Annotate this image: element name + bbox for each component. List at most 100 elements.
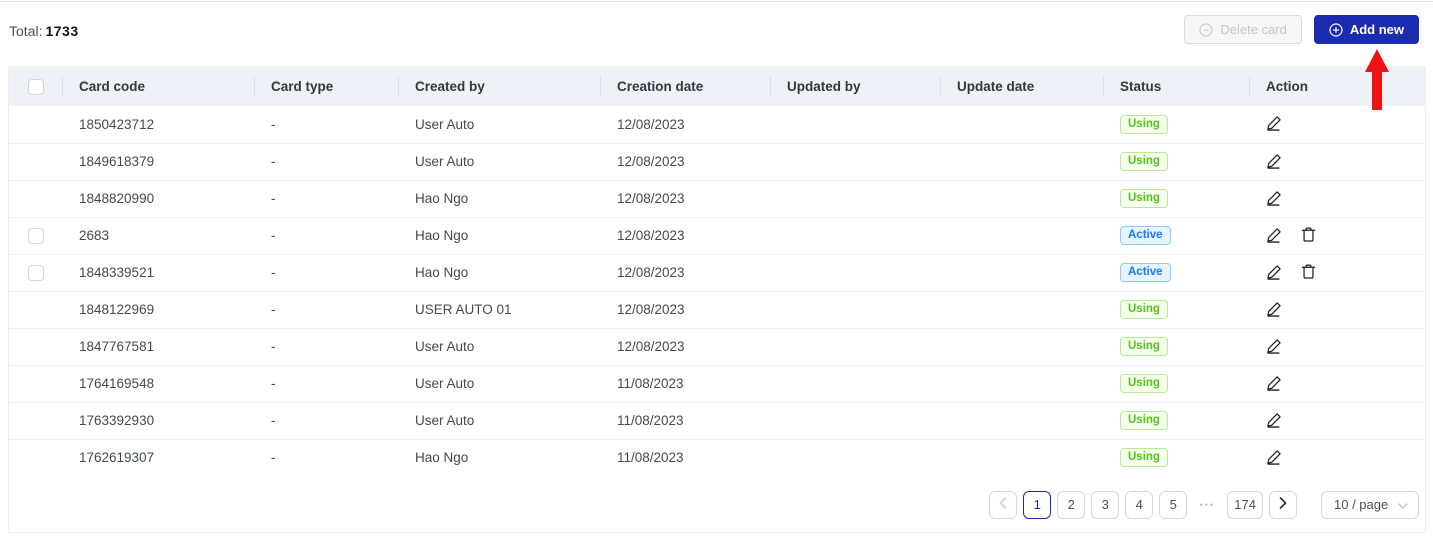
created-by-cell: User Auto — [399, 327, 601, 365]
trash-icon[interactable] — [1300, 226, 1317, 243]
update-date-cell — [941, 438, 1104, 476]
table-row: 1850423712 - User Auto 12/08/2023 Using — [9, 106, 1426, 143]
row-checkbox[interactable] — [28, 264, 44, 281]
card-type-cell: - — [255, 216, 399, 254]
add-new-button[interactable]: Add new — [1313, 15, 1419, 44]
table-row: 1763392930- User Auto 11/08/2023 Using — [9, 401, 1426, 439]
pagination-page-174[interactable]: 174 — [1227, 490, 1263, 519]
card-type-cell: - — [255, 290, 399, 328]
update-date-cell — [941, 364, 1104, 402]
created-by-cell: Hao Ngo — [399, 253, 601, 291]
pagination: 1 2 3 4 5 ••• 174 10 / page — [9, 476, 1425, 533]
row-checkbox-cell — [9, 364, 63, 402]
status-badge: Using — [1120, 374, 1168, 393]
card-code-cell: 2683 — [63, 216, 255, 254]
column-header-status: Status — [1104, 67, 1250, 106]
row-checkbox-cell — [9, 106, 63, 143]
creation-date-cell: 12/08/2023 — [601, 290, 771, 328]
update-date-cell — [941, 253, 1104, 291]
card-type-cell: - — [271, 116, 276, 132]
created-by-cell: User Auto — [415, 116, 475, 132]
status-badge: Active — [1120, 226, 1171, 245]
edit-icon[interactable] — [1266, 337, 1283, 354]
card-code-cell: 1849618379 — [63, 142, 255, 180]
card-code-cell: 1764169548 — [63, 364, 255, 402]
status-badge: Using — [1120, 300, 1168, 319]
status-badge: Using — [1120, 411, 1168, 430]
column-header-card-type: Card type — [255, 67, 399, 106]
pagination-page-2[interactable]: 2 — [1057, 490, 1086, 519]
card-code-cell: 1763392930 — [63, 401, 255, 439]
trash-icon[interactable] — [1300, 263, 1317, 280]
updated-by-cell — [771, 253, 941, 291]
row-checkbox-cell — [9, 401, 63, 439]
chevron-down-icon — [1398, 497, 1408, 512]
edit-icon[interactable] — [1266, 374, 1283, 391]
edit-icon[interactable] — [1266, 411, 1283, 428]
top-divider — [0, 1, 1433, 2]
pagination-page-4[interactable]: 4 — [1125, 490, 1154, 519]
table-row: 2683- Hao Ngo 12/08/2023 Active — [9, 216, 1426, 254]
table-row: 1849618379- User Auto 12/08/2023 Using — [9, 142, 1426, 180]
card-type-cell: - — [255, 401, 399, 439]
card-type-cell: - — [255, 438, 399, 476]
card-type-cell: - — [255, 142, 399, 180]
creation-date-cell: 12/08/2023 — [617, 116, 685, 132]
edit-icon[interactable] — [1266, 263, 1283, 280]
updated-by-cell — [771, 179, 941, 217]
pagination-prev-button[interactable] — [989, 490, 1018, 519]
row-checkbox-cell — [9, 179, 63, 217]
action-cell — [1250, 106, 1426, 143]
edit-icon[interactable] — [1266, 189, 1283, 206]
created-by-cell: User Auto — [399, 401, 601, 439]
red-arrow-annotation — [1365, 49, 1389, 72]
card-code-cell: 1850423712 — [79, 116, 155, 132]
pagination-page-3[interactable]: 3 — [1091, 490, 1120, 519]
status-badge: Using — [1120, 448, 1168, 468]
card-type-cell: - — [255, 179, 399, 217]
card-type-cell: - — [255, 253, 399, 291]
card-code-cell: 1848122969 — [63, 290, 255, 328]
pagination-ellipsis[interactable]: ••• — [1193, 491, 1221, 519]
action-cell — [1250, 216, 1426, 254]
table-row: 1764169548- User Auto 11/08/2023 Using — [9, 364, 1426, 402]
pagination-next-button[interactable] — [1269, 490, 1297, 519]
card-type-cell: - — [255, 327, 399, 365]
row-checkbox[interactable] — [28, 227, 44, 244]
status-cell: Using — [1104, 327, 1250, 365]
edit-icon[interactable] — [1266, 448, 1283, 465]
created-by-cell: Hao Ngo — [399, 216, 601, 254]
updated-by-cell — [771, 290, 941, 328]
action-cell — [1250, 253, 1426, 291]
action-cell — [1250, 290, 1426, 328]
update-date-cell — [941, 179, 1104, 217]
edit-icon[interactable] — [1266, 114, 1283, 132]
action-cell — [1250, 438, 1426, 476]
total-value: 1733 — [45, 23, 79, 39]
pagination-page-5[interactable]: 5 — [1159, 490, 1188, 519]
action-cell — [1250, 179, 1426, 217]
edit-icon[interactable] — [1266, 226, 1283, 243]
creation-date-cell: 12/08/2023 — [601, 179, 771, 217]
action-cell — [1250, 364, 1426, 402]
table-row: 1762619307- Hao Ngo 11/08/2023 Using — [9, 438, 1426, 476]
action-cell — [1250, 142, 1426, 180]
edit-icon[interactable] — [1266, 152, 1283, 169]
table-row: 1848820990- Hao Ngo 12/08/2023 Using — [9, 179, 1426, 217]
red-arrow-annotation-shaft — [1372, 70, 1382, 110]
edit-icon[interactable] — [1266, 300, 1283, 317]
select-all-checkbox[interactable] — [28, 78, 44, 95]
chevron-right-icon — [1279, 497, 1287, 512]
status-cell: Using — [1104, 290, 1250, 328]
pagination-page-1[interactable]: 1 — [1023, 490, 1052, 519]
delete-card-button[interactable]: Delete card — [1184, 15, 1302, 44]
status-badge: Using — [1120, 152, 1168, 171]
status-cell: Using — [1104, 364, 1250, 402]
row-checkbox-cell — [9, 290, 63, 328]
total-count: Total: 1733 — [9, 23, 79, 39]
status-badge: Active — [1120, 263, 1171, 282]
update-date-cell — [941, 327, 1104, 365]
page-size-select[interactable]: 10 / page — [1321, 490, 1419, 519]
column-header-card-code: Card code — [63, 67, 255, 106]
creation-date-cell: 11/08/2023 — [601, 401, 771, 439]
